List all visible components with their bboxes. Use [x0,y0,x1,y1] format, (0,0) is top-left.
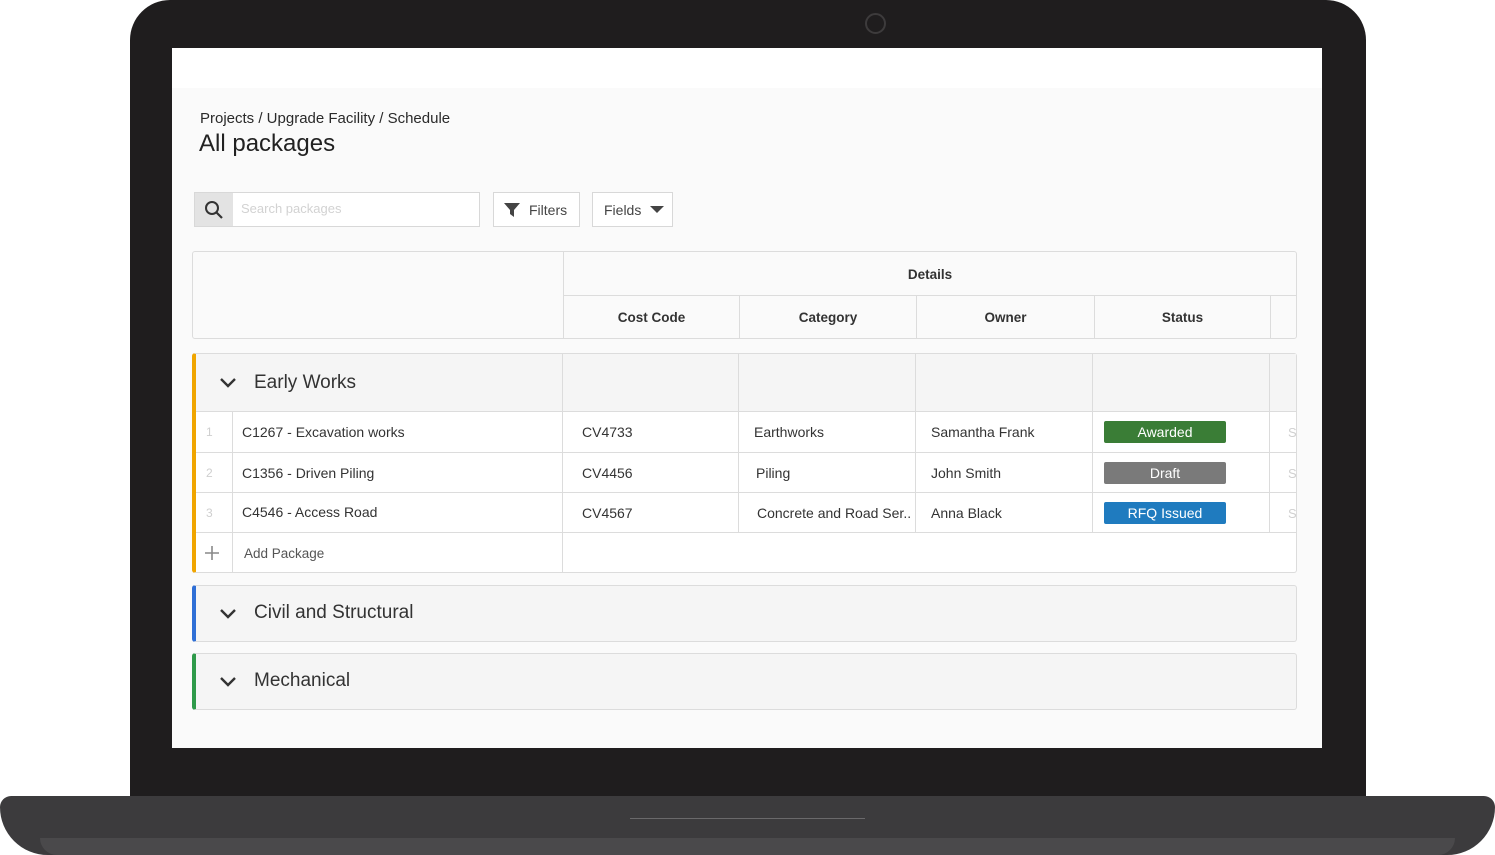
truncated-cell: S [1288,424,1297,440]
group-name: Mechanical [254,670,351,691]
group-civil-and-structural[interactable]: Civil and Structural [192,585,1297,642]
cost-code-cell[interactable]: CV4456 [582,453,633,493]
laptop-hinge [630,818,865,819]
laptop-base-edge [40,838,1455,855]
column-header-cost-code[interactable]: Cost Code [564,296,739,339]
owner-cell[interactable]: Anna Black [931,493,1002,533]
caret-down-icon [650,205,665,213]
search-icon[interactable] [195,193,233,226]
group-mechanical[interactable]: Mechanical [192,653,1297,710]
status-badge[interactable]: Awarded [1104,421,1226,443]
table-header: Details Cost Code Category Owner Status [192,251,1297,339]
truncated-cell: S [1288,465,1297,481]
row-number: 2 [206,466,213,480]
table-row[interactable]: 2 C1356 - Driven Piling CV4456 Piling Jo… [196,452,1297,493]
group-name: Early Works [254,371,357,393]
search-box[interactable] [194,192,480,227]
page-title: All packages [199,130,336,157]
filter-icon [504,202,520,217]
cost-code-cell[interactable]: CV4733 [582,412,633,452]
category-cell[interactable]: Earthworks [754,412,824,452]
chevron-down-icon[interactable] [216,602,240,626]
screen: Projects / Upgrade Facility / Schedule A… [172,48,1322,748]
group-early-works: Early Works 1 C1267 - Excavation works C… [192,353,1297,573]
filters-label: Filters [529,201,568,218]
package-name[interactable]: C4546 - Access Road [242,492,377,532]
column-header-status[interactable]: Status [1095,296,1270,339]
row-number: 1 [206,425,213,439]
category-cell[interactable]: Concrete and Road Ser.. [757,493,911,533]
table-row[interactable]: 1 C1267 - Excavation works CV4733 Earthw… [196,411,1297,452]
group-name: Civil and Structural [254,602,414,623]
camera-icon [865,13,886,34]
column-header-owner[interactable]: Owner [917,296,1094,339]
group-header[interactable]: Early Works [196,354,1296,411]
column-header-category[interactable]: Category [740,296,916,339]
owner-cell[interactable]: Samantha Frank [931,412,1035,452]
status-badge[interactable]: RFQ Issued [1104,502,1226,524]
chevron-down-icon[interactable] [216,670,240,694]
breadcrumb[interactable]: Projects / Upgrade Facility / Schedule [200,110,450,127]
plus-icon[interactable] [204,545,220,561]
package-name[interactable]: C1356 - Driven Piling [242,453,374,493]
fields-dropdown[interactable]: Fields [592,192,673,227]
cost-code-cell[interactable]: CV4567 [582,493,633,533]
fields-label: Fields [604,201,642,218]
owner-cell[interactable]: John Smith [931,453,1001,493]
status-badge[interactable]: Draft [1104,462,1226,484]
row-number: 3 [206,506,213,520]
app-window: Projects / Upgrade Facility / Schedule A… [172,88,1322,748]
package-name[interactable]: C1267 - Excavation works [242,412,405,452]
category-cell[interactable]: Piling [756,453,790,493]
table-row[interactable]: 3 C4546 - Access Road CV4567 Concrete an… [196,492,1297,533]
search-input[interactable] [241,201,461,216]
details-column-group: Details [907,266,953,282]
add-package-button[interactable]: Add Package [244,533,324,573]
add-package-row[interactable]: Add Package [196,532,1296,573]
truncated-cell: S [1288,505,1297,521]
chevron-down-icon[interactable] [216,371,240,395]
filters-button[interactable]: Filters [493,192,580,227]
